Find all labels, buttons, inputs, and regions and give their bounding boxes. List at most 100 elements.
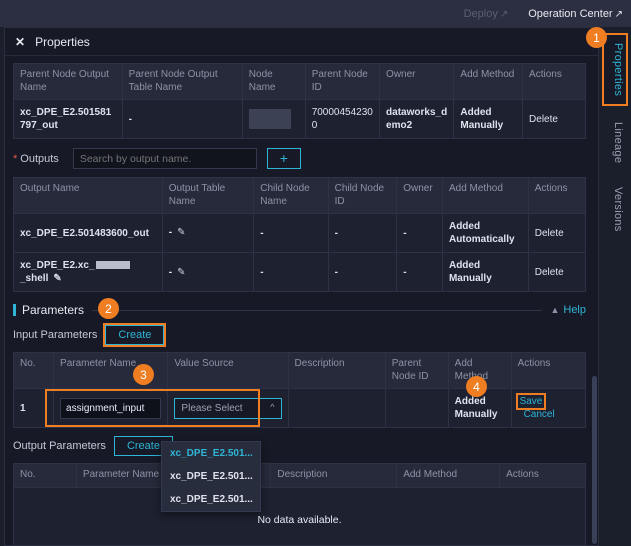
outputs-search-row: * Outputs +: [13, 148, 586, 169]
col-output-name: Output Name: [14, 178, 163, 214]
search-input[interactable]: [73, 148, 257, 169]
cell-node-name: [242, 100, 305, 139]
dropdown-option[interactable]: xc_DPE_E2.501...: [162, 488, 260, 511]
cell-value-source: Please Select ^: [168, 389, 288, 428]
edit-icon[interactable]: ✎: [53, 272, 61, 285]
properties-panel: ✕ Properties Parent Node Output Name Par…: [4, 27, 599, 546]
cell-actions: Save Cancel: [511, 389, 585, 428]
output-parameters-table: No. Parameter Name Value Description Add…: [13, 463, 586, 488]
cell-parent-node-output-name: xc_DPE_E2.501581797_out: [14, 100, 123, 139]
col-description: Description: [271, 464, 397, 488]
col-node-name: Node Name: [242, 64, 305, 100]
delete-link-disabled: Delete: [528, 214, 585, 253]
cell-output-name: xc_DPE_E2.xc__shell✎: [14, 253, 163, 292]
cell-parent-node-id[interactable]: 700004542300: [305, 100, 379, 139]
col-actions: Actions: [523, 64, 586, 100]
cancel-link[interactable]: Cancel: [524, 409, 555, 420]
cell-output-table-name: -✎: [162, 214, 254, 253]
annotation-badge-3: 3: [133, 364, 154, 385]
cell-add-method: Added Automatically: [442, 214, 528, 253]
col-add-method: Add Method: [442, 178, 528, 214]
cell-parameter-name: [54, 389, 168, 428]
panel-body: Parent Node Output Name Parent Node Outp…: [5, 56, 598, 545]
chevron-up-icon[interactable]: ▲: [550, 305, 559, 315]
input-parameters-label: Input Parameters: [13, 329, 97, 341]
panel-header: ✕ Properties: [5, 28, 598, 56]
col-owner: Owner: [397, 178, 443, 214]
input-create-button[interactable]: Create: [105, 325, 164, 345]
help-link[interactable]: Help: [563, 304, 586, 316]
col-parent-node-id: Parent Node ID: [305, 64, 379, 100]
col-output-table-name: Output Table Name: [162, 178, 254, 214]
close-icon[interactable]: ✕: [15, 36, 25, 48]
cell-child-node-id: -: [328, 214, 397, 253]
cell-output-name: xc_DPE_E2.501483600_out: [14, 214, 163, 253]
value-source-select-wrap: Please Select ^: [174, 398, 281, 419]
value-source-placeholder: Please Select: [181, 402, 242, 415]
output-table-name-value: -: [169, 267, 172, 278]
outputs-table: Output Name Output Table Name Child Node…: [13, 177, 586, 292]
deploy-label: Deploy: [464, 8, 498, 20]
right-tab-strip: Properties Lineage Versions: [599, 27, 631, 546]
col-add-method: Add Method: [454, 64, 523, 100]
parameter-name-input[interactable]: [60, 398, 161, 419]
input-parameters-row: Input Parameters Create: [13, 325, 586, 345]
output-parameters-label: Output Parameters: [13, 440, 106, 452]
operation-center-link[interactable]: Operation Center↗: [528, 8, 623, 20]
delete-link[interactable]: Delete: [523, 100, 586, 139]
dropdown-option[interactable]: xc_DPE_E2.501...: [162, 442, 260, 465]
cell-owner: dataworks_demo2: [380, 100, 454, 139]
output-name-prefix: xc_DPE_E2.xc_: [20, 260, 95, 271]
cell-add-method: Added Manually: [442, 253, 528, 292]
scrollbar-thumb[interactable]: [592, 376, 597, 544]
table-row: 1 Please Select ^: [14, 389, 586, 428]
table-row: xc_DPE_E2.501581797_out - 700004542300 d…: [14, 100, 586, 139]
edit-icon[interactable]: ✎: [177, 266, 185, 279]
tab-versions[interactable]: Versions: [604, 179, 626, 240]
tab-lineage[interactable]: Lineage: [604, 114, 626, 171]
cell-description: [288, 389, 385, 428]
cell-child-node-name: -: [254, 253, 328, 292]
redacted-value: [96, 261, 130, 269]
table-header-row: No. Parameter Name Value Source Descript…: [14, 353, 586, 389]
input-parameters-table: No. Parameter Name Value Source Descript…: [13, 352, 586, 428]
col-parent-node-id: Parent Node ID: [385, 353, 448, 389]
table-header-row: Output Name Output Table Name Child Node…: [14, 178, 586, 214]
redacted-value: [249, 109, 291, 129]
col-actions: Actions: [500, 464, 586, 488]
col-parent-node-output-table-name: Parent Node Output Table Name: [122, 64, 242, 100]
required-marker: *: [13, 153, 17, 165]
deploy-link[interactable]: Deploy↗: [464, 8, 509, 20]
annotation-badge-2: 2: [98, 298, 119, 319]
save-link[interactable]: Save: [518, 395, 545, 408]
cell-add-method: Added Manually: [454, 100, 523, 139]
col-value-source: Value Source: [168, 353, 288, 389]
delete-link[interactable]: Delete: [528, 253, 585, 292]
parent-node-table: Parent Node Output Name Parent Node Outp…: [13, 63, 586, 139]
cell-child-node-name: -: [254, 214, 328, 253]
cell-owner: -: [397, 253, 443, 292]
cell-parent-node-id: [385, 389, 448, 428]
operation-center-label: Operation Center: [528, 8, 612, 20]
table-row: xc_DPE_E2.xc__shell✎ -✎ - - - Added Manu…: [14, 253, 586, 292]
cell-parent-node-output-table-name: -: [122, 100, 242, 139]
col-parent-node-output-name: Parent Node Output Name: [14, 64, 123, 100]
annotation-badge-4: 4: [466, 376, 487, 397]
dropdown-option[interactable]: xc_DPE_E2.501...: [162, 465, 260, 488]
parameters-title: Parameters: [22, 303, 84, 317]
external-link-icon: ↗: [500, 9, 508, 20]
cell-output-table-name: -✎: [162, 253, 254, 292]
cell-owner: -: [397, 214, 443, 253]
add-output-button[interactable]: +: [267, 148, 301, 169]
col-add-method: Add Method: [397, 464, 500, 488]
section-accent-bar: [13, 304, 16, 316]
col-actions: Actions: [528, 178, 585, 214]
edit-icon[interactable]: ✎: [177, 226, 185, 239]
outputs-label: Outputs: [20, 153, 59, 165]
value-source-dropdown: xc_DPE_E2.501... xc_DPE_E2.501... xc_DPE…: [161, 441, 261, 512]
col-child-node-name: Child Node Name: [254, 178, 328, 214]
tab-properties[interactable]: Properties: [602, 33, 628, 106]
col-no: No.: [14, 353, 54, 389]
value-source-select[interactable]: Please Select ^: [174, 398, 281, 419]
table-header-row: Parent Node Output Name Parent Node Outp…: [14, 64, 586, 100]
